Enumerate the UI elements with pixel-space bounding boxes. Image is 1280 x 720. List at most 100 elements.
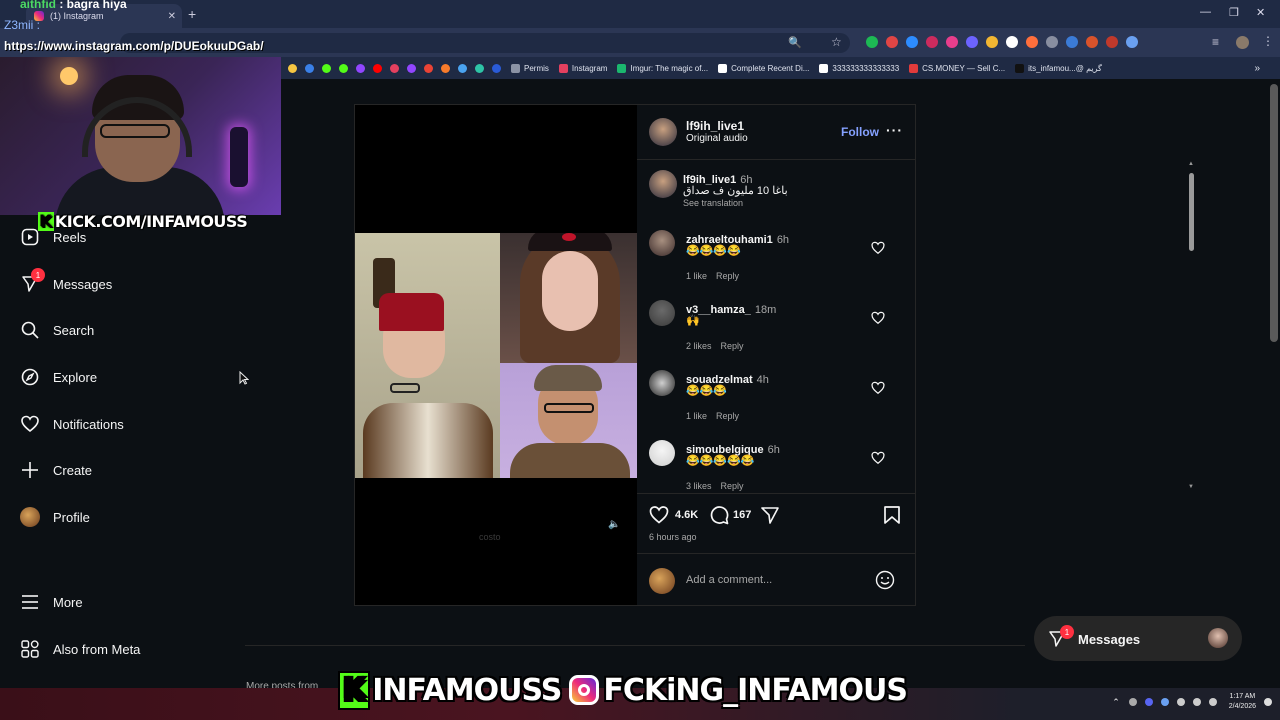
scroll-down-icon[interactable]: ▼ <box>1188 484 1194 490</box>
extension-icon[interactable] <box>1106 36 1118 48</box>
follow-button[interactable]: Follow <box>841 125 879 139</box>
sidebar-item-more[interactable]: More <box>20 592 83 612</box>
comment-icon[interactable] <box>709 505 729 530</box>
messages-floating-button[interactable]: 1 Messages <box>1034 616 1242 661</box>
notification-center-icon[interactable] <box>1264 698 1272 706</box>
author-avatar[interactable] <box>649 118 677 146</box>
comment-avatar[interactable] <box>649 230 675 256</box>
reply-button[interactable]: Reply <box>721 341 744 351</box>
kick-bookmark-icon[interactable] <box>339 63 348 73</box>
author-username[interactable]: lf9ih_live1 <box>686 119 744 133</box>
extension-icon[interactable] <box>946 36 958 48</box>
see-translation-link[interactable]: See translation <box>683 198 743 208</box>
sidebar-item-profile[interactable]: Profile <box>20 507 90 527</box>
bookmark-item[interactable]: 333333333333333 <box>819 63 899 73</box>
scroll-thumb[interactable] <box>1189 173 1194 251</box>
bookmark-icon[interactable] <box>288 63 297 73</box>
minimize-icon[interactable]: — <box>1200 6 1211 18</box>
comment-like-icon[interactable] <box>871 451 885 465</box>
extension-icon[interactable] <box>966 36 978 48</box>
bookmark-star-icon[interactable]: ☆ <box>831 35 842 49</box>
twitch-bookmark-icon[interactable] <box>407 63 416 73</box>
extension-icon[interactable] <box>886 36 898 48</box>
bookmark-icon[interactable] <box>492 63 501 73</box>
original-audio-link[interactable]: Original audio <box>686 133 748 144</box>
comment-avatar[interactable] <box>649 440 675 466</box>
bookmark-icon[interactable] <box>305 63 314 73</box>
reply-button[interactable]: Reply <box>716 271 739 281</box>
sidebar-item-reels[interactable]: Reels <box>20 227 86 247</box>
comments-scrollbar[interactable]: ▲ ▼ <box>1188 161 1196 493</box>
sidebar-item-explore[interactable]: Explore <box>20 367 97 387</box>
bookmark-icon[interactable] <box>441 63 450 73</box>
tray-icon[interactable] <box>1128 698 1137 706</box>
extension-icon[interactable] <box>1006 36 1018 48</box>
comment-like-icon[interactable] <box>871 241 885 255</box>
extensions-puzzle-icon[interactable] <box>1126 36 1138 48</box>
zoom-icon[interactable]: 🔍 <box>788 36 802 49</box>
new-tab-icon[interactable]: + <box>188 6 196 22</box>
page-scrollbar-thumb[interactable] <box>1270 84 1278 342</box>
kebab-menu-icon[interactable]: ⋮ <box>1262 34 1274 48</box>
add-comment-input[interactable]: Add a comment... <box>686 574 772 586</box>
extension-icon[interactable] <box>866 36 878 48</box>
reply-button[interactable]: Reply <box>721 481 744 491</box>
close-tab-icon[interactable]: ✕ <box>168 11 176 22</box>
restore-icon[interactable]: ❐ <box>1229 6 1239 19</box>
instagram-bookmark-icon[interactable] <box>390 63 399 73</box>
tray-chevron-icon[interactable]: ⌃ <box>1112 697 1120 708</box>
extension-icon[interactable] <box>1026 36 1038 48</box>
sidebar-item-messages[interactable]: 1 Messages <box>20 268 112 294</box>
comment-like-icon[interactable] <box>871 381 885 395</box>
tray-icon[interactable] <box>1160 698 1169 706</box>
reply-button[interactable]: Reply <box>716 411 739 421</box>
bookmark-item[interactable]: Instagram <box>558 63 607 73</box>
discord-tray-icon[interactable] <box>1144 698 1153 706</box>
gmail-bookmark-icon[interactable] <box>424 63 433 73</box>
taskbar-clock[interactable]: 1:17 AM 2/4/2026 <box>1229 692 1256 712</box>
comment-likes[interactable]: 1 like <box>686 411 707 421</box>
close-window-icon[interactable]: ✕ <box>1256 6 1265 19</box>
bookmark-item[interactable]: Imgur: The magic of... <box>617 63 708 73</box>
extension-icon[interactable] <box>926 36 938 48</box>
extension-icon[interactable] <box>1046 36 1058 48</box>
youtube-bookmark-icon[interactable] <box>373 63 382 73</box>
bookmark-item[interactable]: Complete Recent Di... <box>718 63 809 73</box>
kick-bookmark-icon[interactable] <box>322 63 331 73</box>
comment-avatar[interactable] <box>649 300 675 326</box>
twitch-bookmark-icon[interactable] <box>356 63 365 73</box>
save-icon[interactable] <box>883 505 901 530</box>
menu-lines-icon[interactable]: ≡ <box>1212 35 1219 49</box>
comment-likes[interactable]: 3 likes <box>686 481 712 491</box>
post-video[interactable]: costo 🔈 <box>355 105 637 605</box>
bookmark-item[interactable]: Permis <box>511 63 549 73</box>
extension-icon[interactable] <box>1086 36 1098 48</box>
mic-icon[interactable] <box>1176 698 1185 706</box>
comment-avatar[interactable] <box>649 370 675 396</box>
volume-icon[interactable] <box>1208 698 1217 706</box>
bookmark-item[interactable]: its_infamou...@ گريم <box>1015 63 1102 73</box>
sidebar-item-also-from-meta[interactable]: Also from Meta <box>20 639 140 659</box>
emoji-icon[interactable] <box>875 570 895 595</box>
extension-icon[interactable] <box>906 36 918 48</box>
comment-like-icon[interactable] <box>871 311 885 325</box>
sidebar-item-notifications[interactable]: Notifications <box>20 414 124 434</box>
profile-avatar-browser[interactable] <box>1236 36 1249 49</box>
comment-likes[interactable]: 2 likes <box>686 341 712 351</box>
sidebar-item-search[interactable]: Search <box>20 320 94 340</box>
more-bookmarks-icon[interactable]: » <box>1254 63 1260 74</box>
bookmark-icon[interactable] <box>475 63 484 73</box>
bookmark-item[interactable]: CS.MONEY — Sell C... <box>909 63 1005 73</box>
scroll-up-icon[interactable]: ▲ <box>1188 161 1194 167</box>
network-icon[interactable] <box>1192 698 1201 706</box>
audio-icon[interactable]: 🔈 <box>608 519 620 530</box>
caption-avatar[interactable] <box>649 170 677 198</box>
bookmark-icon[interactable] <box>458 63 467 73</box>
extension-icon[interactable] <box>1066 36 1078 48</box>
like-icon[interactable] <box>649 505 669 530</box>
more-options-icon[interactable]: ··· <box>886 122 903 138</box>
share-icon[interactable] <box>760 505 780 530</box>
comment-likes[interactable]: 1 like <box>686 271 707 281</box>
sidebar-item-create[interactable]: Create <box>20 460 92 480</box>
extension-icon[interactable] <box>986 36 998 48</box>
